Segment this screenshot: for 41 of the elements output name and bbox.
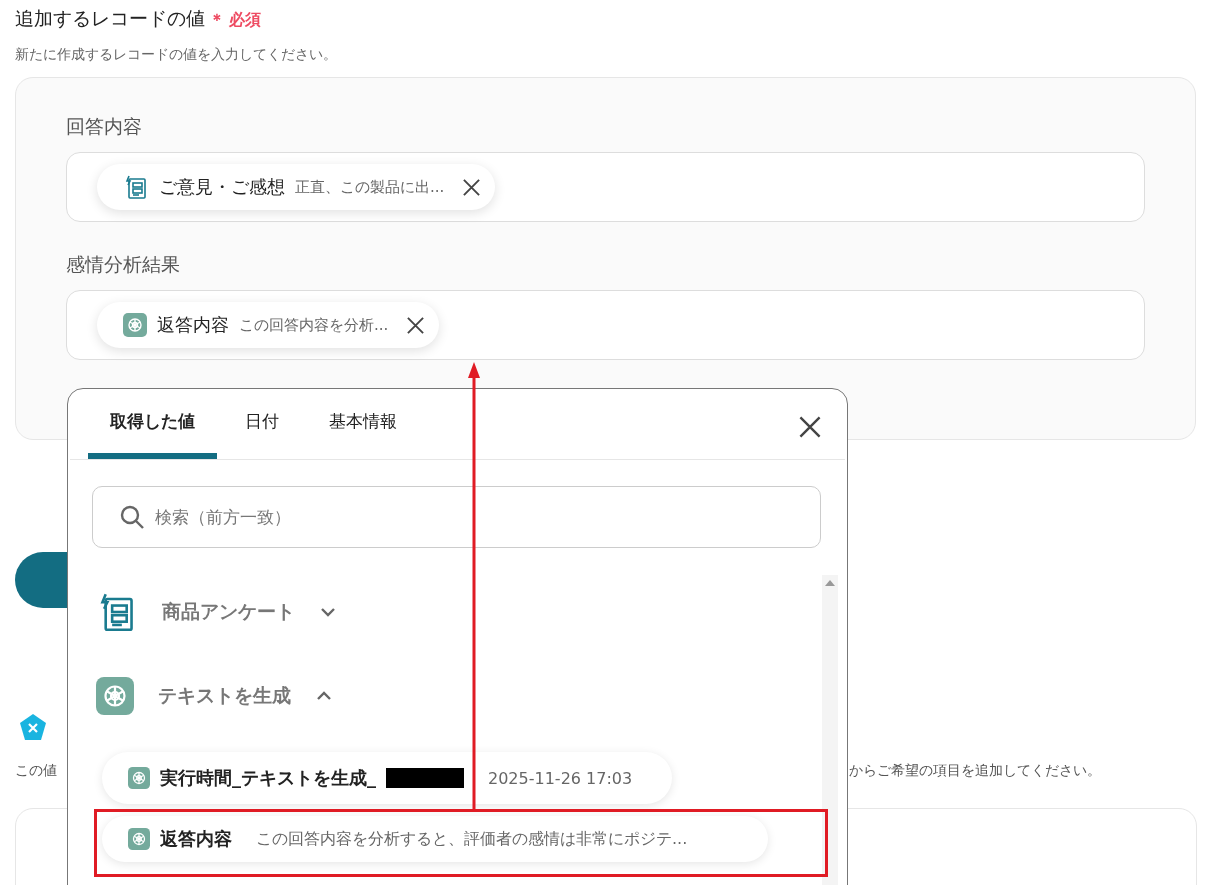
group-label: テキストを生成 xyxy=(158,683,291,708)
group-label: 商品アンケート xyxy=(162,599,295,624)
form-icon xyxy=(123,174,149,200)
section-description: 新たに作成するレコードの値を入力してください。 xyxy=(14,45,338,64)
input-field[interactable]: 返答内容 この回答内容を分析... xyxy=(66,290,1145,360)
item-value: この回答内容を分析すると、評価者の感情は非常にポジテ... xyxy=(256,828,688,850)
search-icon xyxy=(119,504,145,530)
tab[interactable]: 基本情報 xyxy=(307,389,419,459)
value-item[interactable]: 実行時間_テキストを生成_ 2025-11-26 17:03 xyxy=(102,752,673,804)
item-value: 2025-11-26 17:03 xyxy=(488,768,633,788)
close-icon xyxy=(798,415,822,439)
group-row[interactable]: 商品アンケート xyxy=(96,570,847,654)
chip-value: この回答内容を分析... xyxy=(239,315,389,335)
scrollbar[interactable] xyxy=(822,575,838,885)
help-text: からご希望の項目を追加してください。 xyxy=(849,762,1101,780)
input-field[interactable]: ご意見・ご感想 正直、この製品に出... xyxy=(66,152,1145,222)
chip-name: ご意見・ご感想 xyxy=(159,175,285,199)
ai-icon xyxy=(128,828,150,850)
help-text: この値 xyxy=(15,762,57,780)
value-chip[interactable]: ご意見・ご感想 正直、この製品に出... xyxy=(97,164,496,210)
tab[interactable]: 日付 xyxy=(223,389,301,459)
search-field[interactable]: 検索（前方一致） xyxy=(92,486,821,548)
ai-icon xyxy=(128,767,150,789)
group-row[interactable]: テキストを生成 xyxy=(96,654,847,738)
field-label: 回答内容 xyxy=(66,114,143,139)
item-name: 実行時間_テキストを生成_ xyxy=(160,766,376,790)
app-icon xyxy=(18,713,48,743)
item-name: 返答内容 xyxy=(160,827,232,851)
section-title: 追加するレコードの値 xyxy=(15,6,205,31)
tab[interactable]: 取得した値 xyxy=(88,389,217,459)
remove-icon[interactable] xyxy=(462,177,482,197)
chip-value: 正直、この製品に出... xyxy=(295,177,445,197)
chip-name: 返答内容 xyxy=(157,313,229,337)
value-item[interactable]: 返答内容 この回答内容を分析すると、評価者の感情は非常にポジテ... xyxy=(102,816,768,862)
required-label: 必須 xyxy=(229,10,261,31)
ai-icon xyxy=(123,313,147,337)
field-label: 感情分析結果 xyxy=(66,252,181,277)
ai-icon xyxy=(96,677,134,715)
remove-icon[interactable] xyxy=(406,315,426,335)
required-asterisk: ＊ xyxy=(209,10,225,31)
value-chip[interactable]: 返答内容 この回答内容を分析... xyxy=(97,302,440,348)
